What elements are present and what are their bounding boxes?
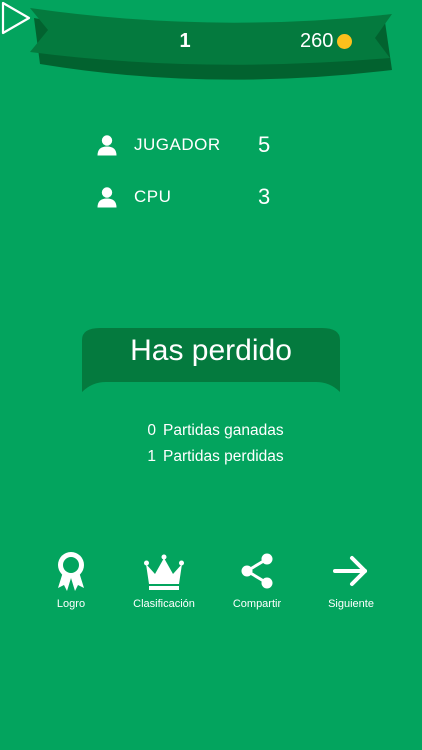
- games-lost-count: 1: [147, 448, 156, 465]
- coin-counter: 260: [300, 28, 353, 54]
- crown-icon: [144, 554, 184, 590]
- result-title: Has perdido: [130, 334, 292, 367]
- score-row-player: JUGADOR 5: [96, 130, 270, 160]
- top-banner: 1 260: [0, 0, 422, 90]
- user-icon: [97, 187, 117, 208]
- level-play-icon: [1, 1, 31, 35]
- games-lost-label: Partidas perdidas: [163, 448, 284, 465]
- achievement-label: Logro: [56, 598, 86, 610]
- score-row-cpu: CPU 3: [96, 182, 270, 212]
- achievement-button[interactable]: Logro: [26, 550, 116, 610]
- share-label: Compartir: [232, 598, 282, 610]
- cpu-name: CPU: [134, 187, 172, 206]
- coin-icon: [337, 33, 353, 49]
- action-bar: Logro Clasificación Compartir Siguiente: [0, 550, 422, 620]
- player-score: 5: [258, 132, 271, 157]
- user-icon: [97, 135, 117, 156]
- cpu-score: 3: [258, 184, 271, 209]
- ribbon-shape: [30, 8, 392, 80]
- share-button[interactable]: Compartir: [212, 550, 302, 610]
- next-button[interactable]: Siguiente: [306, 550, 396, 610]
- award-ribbon-icon: [58, 552, 84, 591]
- leaderboard-button[interactable]: Clasificación: [119, 550, 209, 610]
- next-label: Siguiente: [328, 598, 374, 610]
- level-number: 1: [179, 30, 191, 52]
- share-icon: [241, 553, 273, 589]
- leaderboard-label: Clasificación: [133, 598, 195, 610]
- player-name: JUGADOR: [134, 135, 221, 154]
- coin-count: 260: [300, 29, 334, 52]
- arrow-right-icon: [333, 556, 367, 586]
- games-won-label: Partidas ganadas: [163, 422, 284, 439]
- games-won-count: 0: [147, 422, 156, 439]
